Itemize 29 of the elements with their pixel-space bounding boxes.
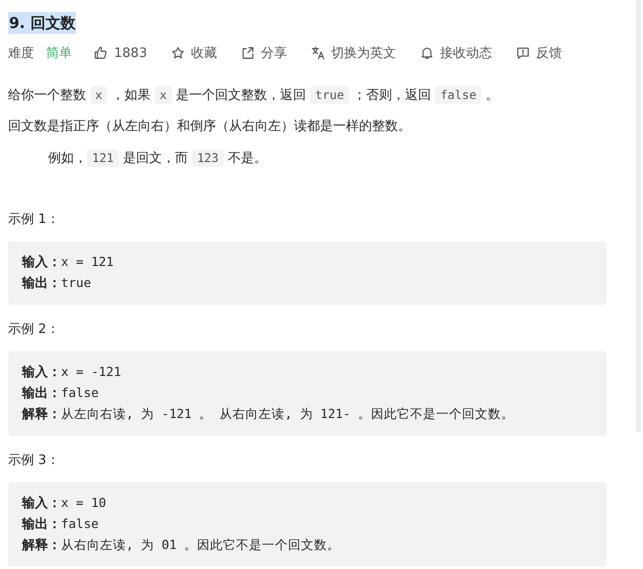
paragraph: 给你一个整数 x ，如果 x 是一个回文整数，返回 true ；否则，返回 false 。 xyxy=(8,85,500,106)
example-line: 输出：false xyxy=(22,515,100,534)
paragraph: 例如， 121 是回文，而 123 不是。 xyxy=(47,148,268,169)
example-line: 输入：x = 121 xyxy=(22,253,115,272)
action-button[interactable]: 1883 xyxy=(94,46,148,60)
thumbs-up-icon xyxy=(94,46,108,60)
action-button[interactable]: 切换为英文 xyxy=(311,44,396,62)
feedback-icon xyxy=(516,46,530,60)
bell-icon xyxy=(420,46,434,60)
example-heading: 示例 1： xyxy=(8,211,60,229)
action-button[interactable]: 收藏 xyxy=(171,44,218,62)
example-line: 输入：x = -121 xyxy=(22,363,122,382)
action-button[interactable]: 分享 xyxy=(241,44,288,62)
share-icon xyxy=(241,46,256,60)
example-line: 输出：false xyxy=(22,384,100,403)
example-line: 输出：true xyxy=(22,274,92,293)
problem-title: 9. 回文数 xyxy=(8,12,76,34)
example-heading: 示例 3： xyxy=(8,452,60,470)
translate-icon xyxy=(311,46,326,60)
example-heading: 示例 2： xyxy=(8,321,60,339)
paragraph: 回文数是指正序（从左向右）和倒序（从右向左）读都是一样的整数。 xyxy=(8,118,412,136)
difficulty-label: 难度 xyxy=(8,45,34,62)
example-line: 解释：从左向右读, 为 -121 。 从右向左读, 为 121- 。因此它不是一个回文数。 xyxy=(22,405,515,424)
action-button[interactable]: 反馈 xyxy=(516,44,562,62)
example-line: 输入：x = 10 xyxy=(22,494,108,513)
example-line: 解释：从右向左读, 为 01 。因此它不是一个回文数。 xyxy=(22,536,342,555)
star-icon xyxy=(171,46,186,60)
action-button[interactable]: 接收动态 xyxy=(420,44,492,62)
difficulty-tag: 简单 xyxy=(46,44,72,62)
